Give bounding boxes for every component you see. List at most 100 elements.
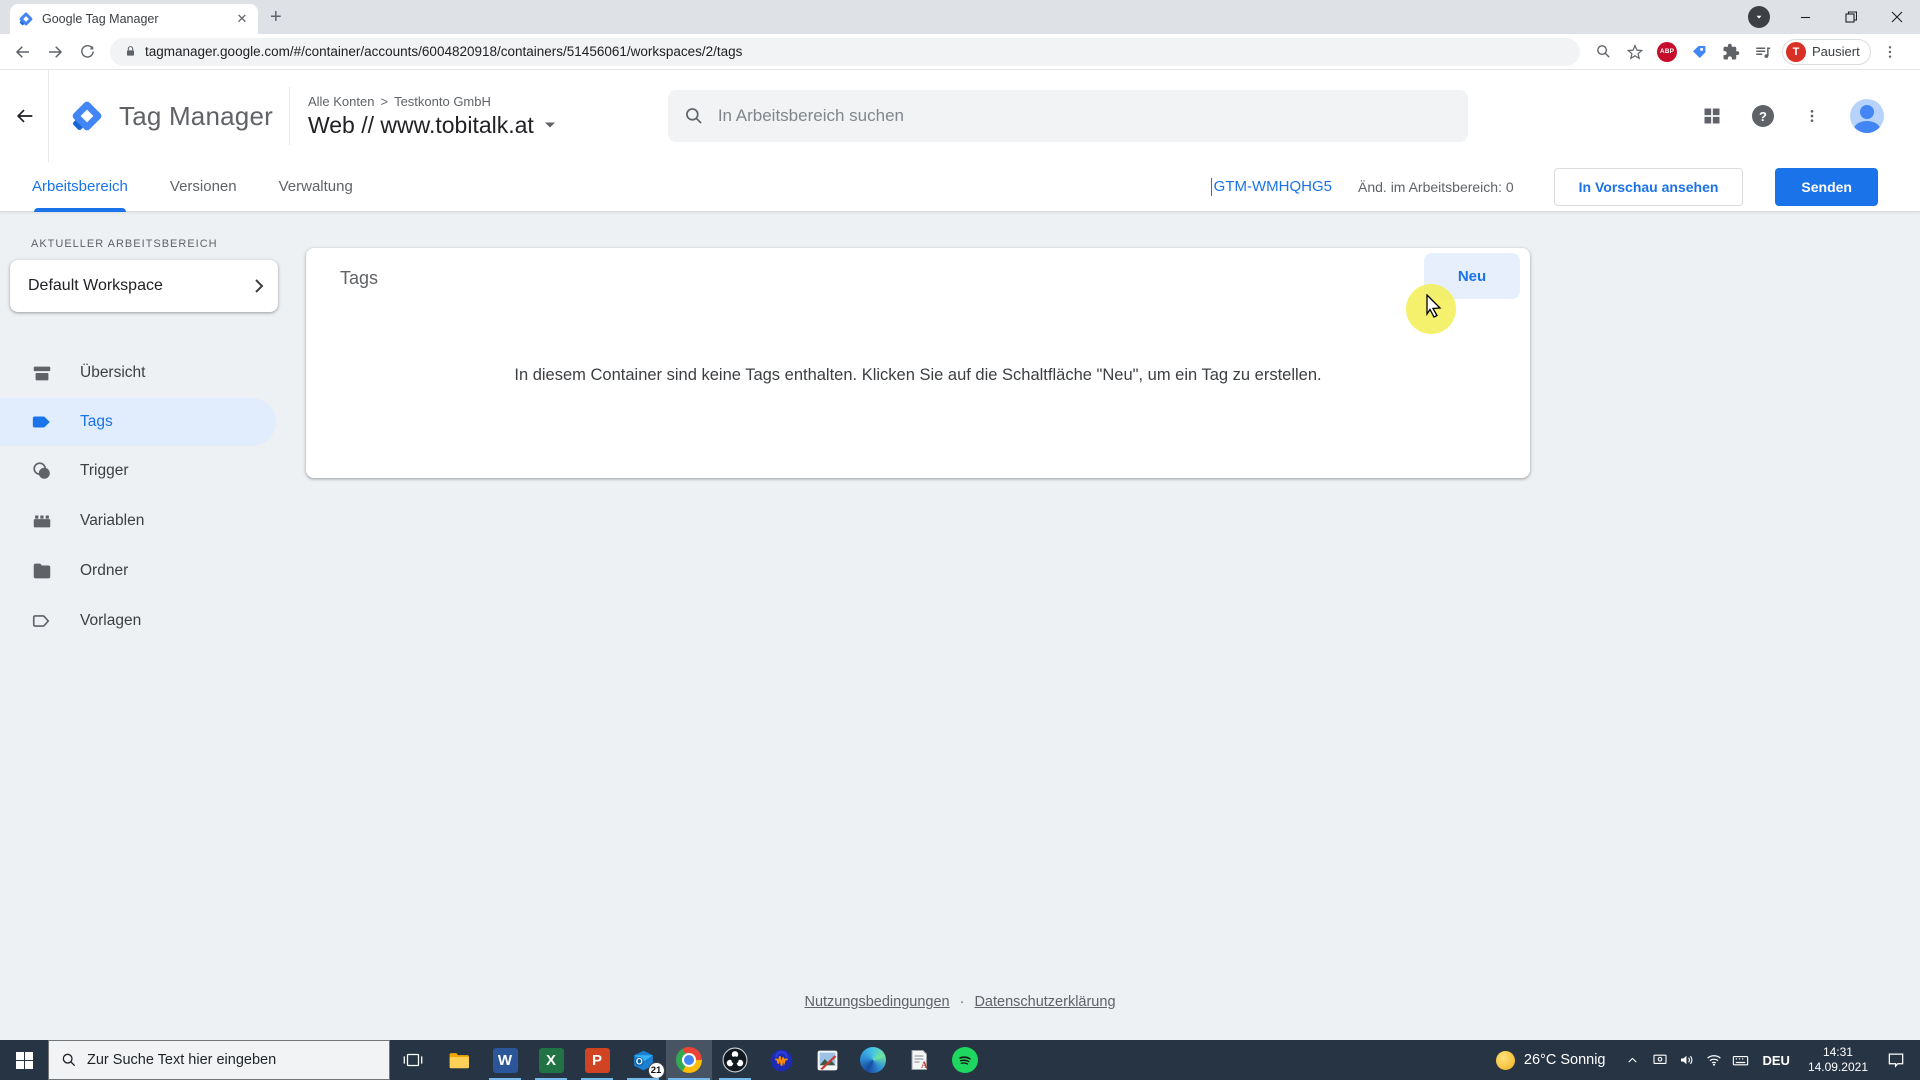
product-name: Tag Manager <box>119 100 273 131</box>
sidebar-item-tags[interactable]: Tags <box>0 398 276 446</box>
browser-toolbar: tagmanager.google.com/#/container/accoun… <box>0 34 1920 70</box>
privacy-link[interactable]: Datenschutzerklärung <box>974 994 1115 1010</box>
chevron-down-icon <box>544 121 556 129</box>
outlook-button[interactable]: O 21 <box>620 1040 666 1080</box>
address-bar[interactable]: tagmanager.google.com/#/container/accoun… <box>110 37 1580 66</box>
folder-icon <box>31 560 53 582</box>
browser-menu-kebab-icon[interactable] <box>1877 39 1903 65</box>
tray-chevron-up-icon[interactable] <box>1619 1054 1646 1067</box>
task-view-button[interactable] <box>390 1040 436 1080</box>
url-text: tagmanager.google.com/#/container/accoun… <box>145 44 743 59</box>
workspace-search[interactable] <box>667 90 1468 142</box>
card-title: Tags <box>340 268 379 288</box>
taskbar-search[interactable]: Zur Suche Text hier eingeben <box>48 1040 390 1080</box>
weather-sun-icon[interactable] <box>1495 1050 1515 1070</box>
chrome-button[interactable] <box>666 1040 712 1080</box>
profile-avatar: T <box>1786 41 1806 62</box>
tab-arbeitsbereich[interactable]: Arbeitsbereich <box>32 162 128 212</box>
apps-grid-icon[interactable] <box>1702 106 1722 126</box>
help-icon[interactable]: ? <box>1752 105 1774 127</box>
lock-icon <box>124 45 137 58</box>
audacity-button[interactable] <box>758 1040 804 1080</box>
back-icon[interactable] <box>10 39 36 65</box>
text-editor-button[interactable]: A <box>896 1040 942 1080</box>
powerpoint-button[interactable]: P <box>574 1040 620 1080</box>
action-center-icon[interactable] <box>1886 1050 1906 1070</box>
keyboard-language-label[interactable]: DEU <box>1762 1053 1789 1068</box>
tab-versionen[interactable]: Versionen <box>170 162 237 212</box>
preview-button[interactable]: In Vorschau ansehen <box>1553 167 1744 206</box>
zoom-page-icon[interactable] <box>1590 39 1616 65</box>
breadcrumb-root[interactable]: Alle Konten <box>308 94 375 109</box>
browser-tab[interactable]: Google Tag Manager ✕ <box>10 4 258 34</box>
start-button[interactable] <box>0 1040 48 1080</box>
browser-profile-chip[interactable]: T Pausiert <box>1782 38 1871 65</box>
clock[interactable]: 14:31 14.09.2021 <box>1808 1045 1868 1075</box>
terms-link[interactable]: Nutzungsbedingungen <box>804 994 949 1010</box>
sidebar-item-trigger[interactable]: Trigger <box>0 446 276 496</box>
workspace-card[interactable]: Default Workspace <box>10 260 278 312</box>
overview-icon <box>31 362 53 384</box>
obs-button[interactable] <box>712 1040 758 1080</box>
tab-title: Google Tag Manager <box>42 12 159 26</box>
reload-icon[interactable] <box>74 39 100 65</box>
taskbar: Zur Suche Text hier eingeben W X P O 21 <box>0 1040 1920 1080</box>
gtm-back-arrow-icon[interactable] <box>10 105 40 127</box>
empty-state-message: In diesem Container sind keine Tags enth… <box>514 366 1322 384</box>
spotify-button[interactable] <box>942 1040 988 1080</box>
submit-button[interactable]: Senden <box>1775 167 1878 206</box>
excel-icon: X <box>538 1047 564 1073</box>
chrome-icon <box>676 1047 702 1073</box>
chevron-right-icon <box>254 278 264 294</box>
close-window-button[interactable] <box>1874 0 1920 34</box>
edge-icon <box>860 1047 886 1073</box>
tag-assistant-extension-icon[interactable] <box>1686 39 1712 65</box>
sidebar-item-vorlagen[interactable]: Vorlagen <box>0 596 276 646</box>
breadcrumb-account[interactable]: Testkonto GmbH <box>394 94 491 109</box>
container-id-link[interactable]: GTM-WMHQHG5 <box>1210 177 1332 196</box>
bookmark-star-icon[interactable] <box>1622 39 1648 65</box>
edge-button[interactable] <box>850 1040 896 1080</box>
container-title: Web // www.tobitalk.at <box>307 111 534 138</box>
sidebar-section-label: AKTUELLER ARBEITSBEREICH <box>31 238 218 250</box>
minimize-button[interactable] <box>1782 0 1828 34</box>
adblock-extension-icon[interactable]: ABP <box>1654 39 1680 65</box>
tab-verwaltung[interactable]: Verwaltung <box>279 162 353 212</box>
touch-keyboard-icon[interactable] <box>1727 1051 1754 1070</box>
svg-text:A: A <box>921 1060 928 1070</box>
search-input[interactable] <box>717 106 1452 126</box>
account-avatar[interactable] <box>1850 99 1884 133</box>
word-button[interactable]: W <box>482 1040 528 1080</box>
sidebar-item-uebersicht[interactable]: Übersicht <box>0 348 276 398</box>
playlist-extension-icon[interactable] <box>1750 39 1776 65</box>
volume-icon[interactable] <box>1673 1051 1700 1069</box>
browser-tabstrip: Google Tag Manager ✕ + <box>0 0 1920 34</box>
wifi-icon[interactable] <box>1700 1051 1727 1069</box>
restore-button[interactable] <box>1828 0 1874 34</box>
search-icon <box>684 106 704 126</box>
tab-close-icon[interactable]: ✕ <box>234 11 250 27</box>
wireless-display-icon[interactable] <box>1646 1051 1673 1069</box>
workspace-content: AKTUELLER ARBEITSBEREICH Default Workspa… <box>0 212 1920 1040</box>
main-area: Tags Neu In diesem Container sind keine … <box>280 212 1920 1040</box>
record-indicator-icon[interactable] <box>1736 0 1782 34</box>
tags-card: Tags Neu In diesem Container sind keine … <box>306 248 1530 478</box>
new-tab-button[interactable]: + <box>270 6 282 29</box>
header-kebab-icon[interactable] <box>1804 108 1820 124</box>
sidebar-menu: Übersicht Tags Trigger Variablen Ordner <box>0 348 280 646</box>
mouse-cursor <box>1423 294 1445 318</box>
breadcrumb: Alle Konten > Testkonto GmbH Web // www.… <box>308 94 556 139</box>
workspace-changes-label: Änd. im Arbeitsbereich: 0 <box>1358 178 1514 195</box>
photo-viewer-button[interactable] <box>804 1040 850 1080</box>
file-explorer-button[interactable] <box>436 1040 482 1080</box>
weather-label[interactable]: 26°C Sonnig <box>1524 1052 1606 1068</box>
container-selector[interactable]: Web // www.tobitalk.at <box>308 112 556 139</box>
gtm-logo-icon <box>69 98 105 134</box>
sidebar-item-ordner[interactable]: Ordner <box>0 546 276 596</box>
excel-button[interactable]: X <box>528 1040 574 1080</box>
sync-status-label: Pausiert <box>1812 44 1860 59</box>
sidebar-item-variablen[interactable]: Variablen <box>0 496 276 546</box>
extensions-puzzle-icon[interactable] <box>1718 39 1744 65</box>
brick-icon <box>31 510 53 532</box>
forward-icon[interactable] <box>42 39 68 65</box>
